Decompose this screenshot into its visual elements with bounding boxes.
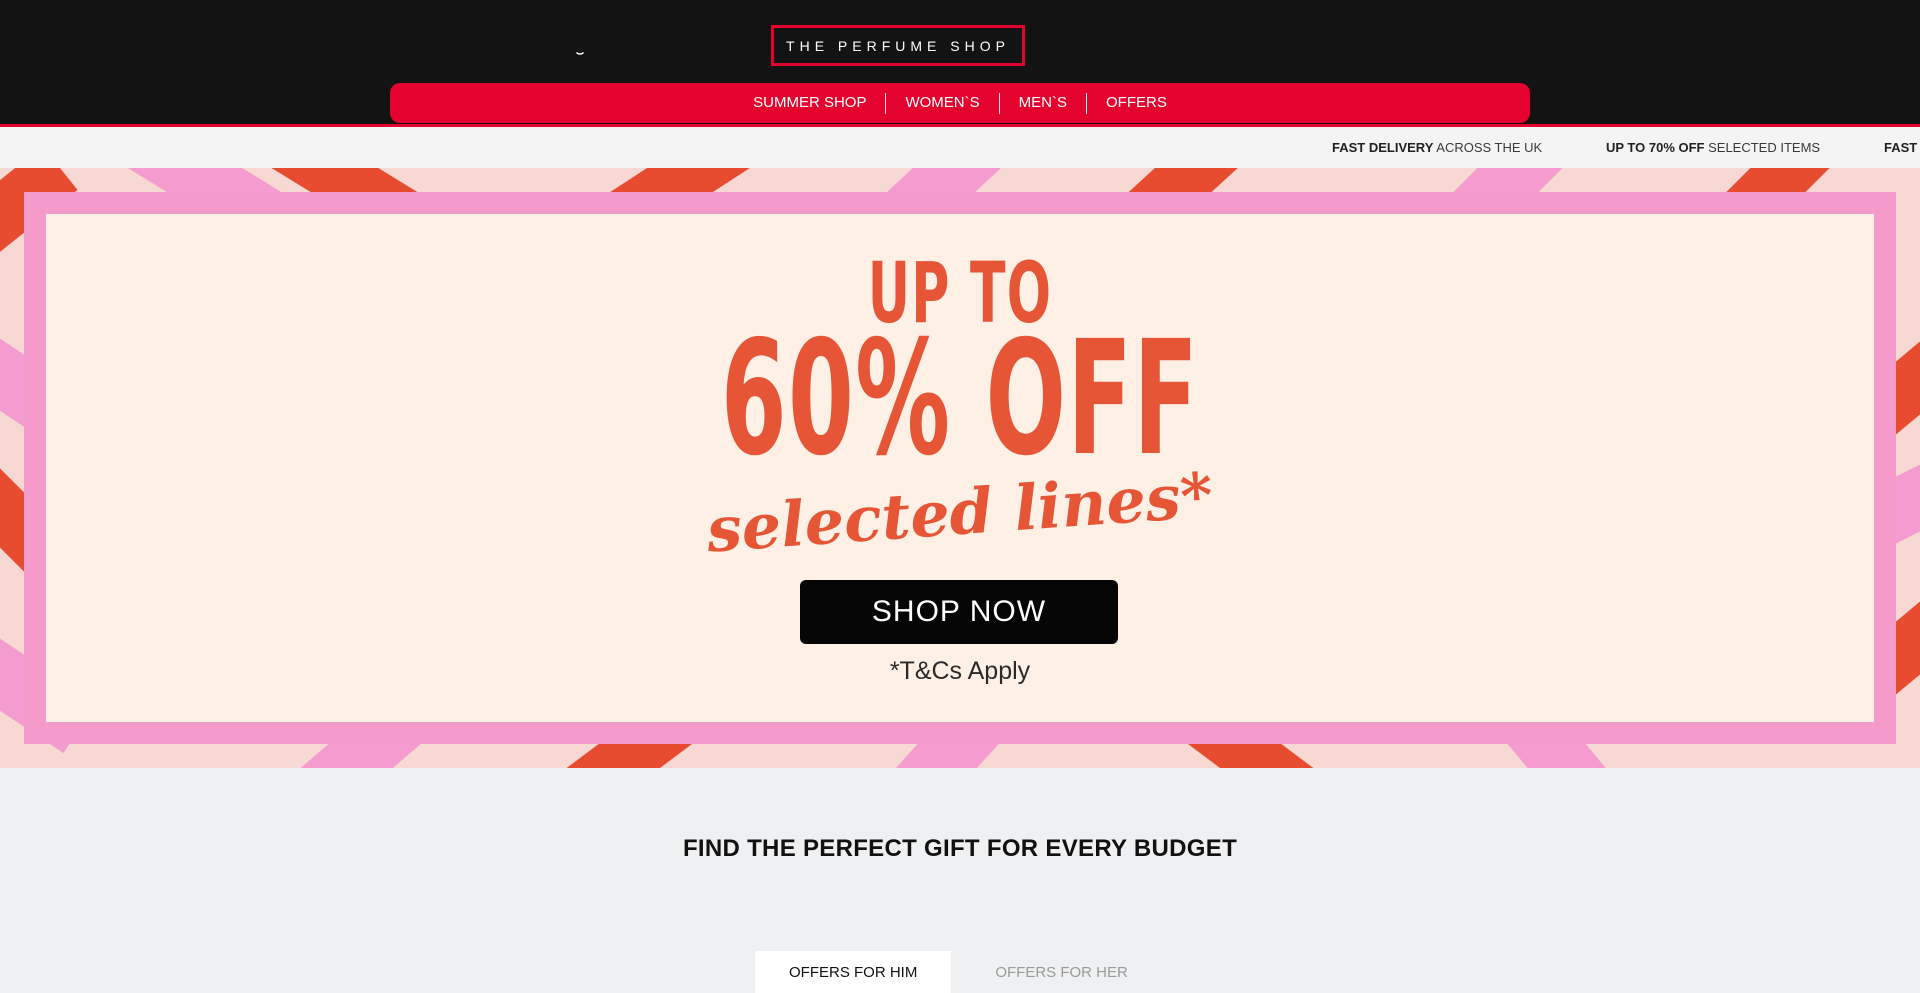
usp-item-delivery-repeat: FAST: [1884, 127, 1917, 168]
nav-item-mens[interactable]: MEN`S: [1000, 93, 1086, 113]
usp-bold: FAST DELIVERY: [1332, 140, 1434, 155]
logo-text: THE PERFUME SHOP: [786, 37, 1010, 54]
site-header: THE PERFUME SHOP SUMMER SHOP WOMEN`S MEN…: [0, 0, 1920, 127]
nav-item-summer-shop[interactable]: SUMMER SHOP: [734, 93, 885, 113]
usp-item-discount: UP TO 70% OFF SELECTED ITEMS: [1606, 127, 1820, 168]
usp-bold: UP TO 70% OFF: [1606, 140, 1705, 155]
usp-banner: FAST DELIVERY ACROSS THE UK UP TO 70% OF…: [0, 127, 1920, 168]
hero-terms: *T&Cs Apply: [889, 657, 1031, 685]
nav-divider: [998, 92, 1000, 114]
nav-divider: [1086, 92, 1087, 114]
gift-section-title: FIND THE PERFECT GIFT FOR EVERY BUDGET: [682, 835, 1238, 862]
hero-banner[interactable]: UP TO 60% OFF selected lines* SHOP NOW *…: [0, 168, 1920, 768]
usp-item-delivery: FAST DELIVERY ACROSS THE UK: [1332, 127, 1542, 168]
usp-bold: FAST: [1884, 140, 1918, 155]
tab-offers-for-her[interactable]: OFFERS FOR HER: [961, 951, 1162, 993]
nav-item-womens[interactable]: WOMEN`S: [886, 93, 998, 113]
usp-text: ACROSS THE UK: [1433, 140, 1543, 155]
gift-tabs: OFFERS FOR HIM OFFERS FOR HER: [755, 951, 1162, 993]
shop-now-button[interactable]: SHOP NOW: [800, 580, 1118, 644]
site-logo[interactable]: THE PERFUME SHOP: [771, 25, 1025, 66]
usp-text: SELECTED ITEMS: [1704, 140, 1821, 155]
main-navigation: SUMMER SHOP WOMEN`S MEN`S OFFERS: [390, 83, 1530, 123]
loading-spinner-icon: [576, 52, 584, 55]
nav-divider: [885, 92, 887, 114]
nav-item-offers[interactable]: OFFERS: [1087, 93, 1186, 113]
tab-offers-for-him[interactable]: OFFERS FOR HIM: [755, 951, 952, 993]
